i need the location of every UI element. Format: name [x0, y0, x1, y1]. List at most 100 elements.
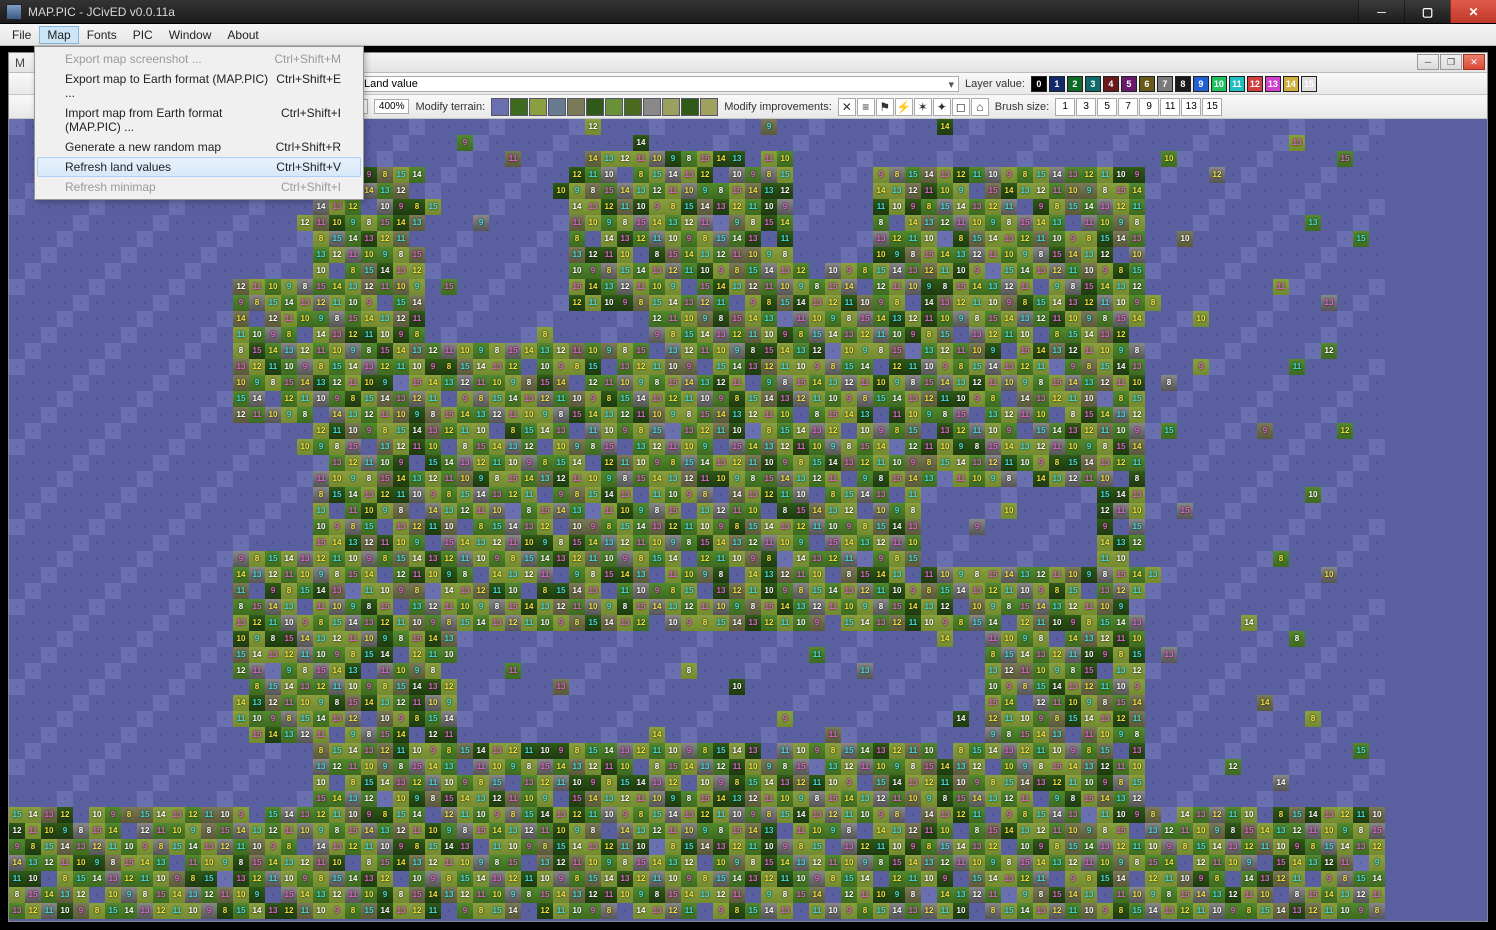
map-tile[interactable]: 8	[697, 231, 713, 247]
map-tile[interactable]: 10	[409, 359, 425, 375]
map-tile[interactable]	[1337, 311, 1353, 327]
map-tile[interactable]: 14	[233, 695, 249, 711]
map-tile[interactable]	[57, 343, 73, 359]
map-tile[interactable]	[1209, 695, 1225, 711]
map-tile[interactable]	[537, 151, 553, 167]
map-tile[interactable]: 12	[985, 199, 1001, 215]
map-tile[interactable]	[809, 119, 825, 135]
map-tile[interactable]: 9	[633, 887, 649, 903]
map-tile[interactable]	[121, 727, 137, 743]
map-tile[interactable]: 10	[969, 343, 985, 359]
map-tile[interactable]: 14	[1033, 855, 1049, 871]
map-tile[interactable]: 8	[697, 487, 713, 503]
map-tile[interactable]	[1289, 327, 1305, 343]
map-tile[interactable]: 14	[633, 519, 649, 535]
map-tile[interactable]	[1145, 391, 1161, 407]
map-tile[interactable]: 15	[281, 375, 297, 391]
map-tile[interactable]: 9	[713, 391, 729, 407]
map-tile[interactable]: 12	[457, 375, 473, 391]
map-tile[interactable]	[1257, 247, 1273, 263]
map-tile[interactable]: 14	[937, 631, 953, 647]
map-tile[interactable]: 13	[1113, 279, 1129, 295]
map-tile[interactable]	[681, 631, 697, 647]
map-tile[interactable]	[105, 263, 121, 279]
map-tile[interactable]: 13	[905, 903, 921, 919]
map-tile[interactable]: 12	[1001, 279, 1017, 295]
map-tile[interactable]	[473, 327, 489, 343]
map-tile[interactable]: 14	[905, 599, 921, 615]
map-tile[interactable]	[25, 215, 41, 231]
map-tile[interactable]: 8	[633, 167, 649, 183]
map-tile[interactable]	[1193, 551, 1209, 567]
map-tile[interactable]	[1369, 743, 1385, 759]
map-tile[interactable]: 10	[473, 807, 489, 823]
map-tile[interactable]: 9	[969, 519, 985, 535]
map-tile[interactable]	[153, 343, 169, 359]
brush-size-15[interactable]: 15	[1202, 98, 1222, 116]
map-tile[interactable]	[1161, 167, 1177, 183]
map-tile[interactable]	[825, 711, 841, 727]
map-tile[interactable]: 14	[457, 407, 473, 423]
map-tile[interactable]	[1161, 439, 1177, 455]
map-tile[interactable]: 9	[1049, 791, 1065, 807]
map-tile[interactable]	[185, 247, 201, 263]
map-tile[interactable]	[1289, 119, 1305, 135]
map-tile[interactable]	[537, 167, 553, 183]
map-tile[interactable]: 9	[601, 215, 617, 231]
map-tile[interactable]: 13	[969, 839, 985, 855]
map-tile[interactable]: 11	[345, 631, 361, 647]
map-tile[interactable]: 11	[873, 455, 889, 471]
map-tile[interactable]	[297, 775, 313, 791]
map-tile[interactable]	[121, 391, 137, 407]
map-tile[interactable]	[1177, 759, 1193, 775]
map-tile[interactable]	[105, 759, 121, 775]
brush-size-13[interactable]: 13	[1181, 98, 1201, 116]
map-tile[interactable]: 12	[537, 519, 553, 535]
map-tile[interactable]	[73, 711, 89, 727]
map-tile[interactable]	[1209, 199, 1225, 215]
map-tile[interactable]	[25, 439, 41, 455]
map-tile[interactable]: 15	[233, 903, 249, 919]
map-tile[interactable]: 14	[345, 743, 361, 759]
map-tile[interactable]	[905, 151, 921, 167]
map-tile[interactable]	[1353, 679, 1369, 695]
map-tile[interactable]	[777, 823, 793, 839]
map-tile[interactable]: 10	[633, 839, 649, 855]
map-tile[interactable]: 9	[889, 503, 905, 519]
map-tile[interactable]: 9	[985, 727, 1001, 743]
map-tile[interactable]	[841, 151, 857, 167]
map-tile[interactable]: 11	[857, 887, 873, 903]
map-tile[interactable]: 14	[425, 375, 441, 391]
map-tile[interactable]	[1065, 535, 1081, 551]
map-tile[interactable]	[505, 327, 521, 343]
map-tile[interactable]: 9	[217, 855, 233, 871]
layer-value-swatch-6[interactable]: 6	[1139, 76, 1155, 92]
map-tile[interactable]: 15	[713, 743, 729, 759]
map-tile[interactable]: 15	[361, 519, 377, 535]
map-tile[interactable]	[633, 119, 649, 135]
map-tile[interactable]	[1017, 471, 1033, 487]
map-tile[interactable]	[25, 359, 41, 375]
map-tile[interactable]	[825, 119, 841, 135]
map-tile[interactable]	[169, 439, 185, 455]
map-tile[interactable]: 8	[713, 823, 729, 839]
map-tile[interactable]: 14	[601, 487, 617, 503]
map-tile[interactable]	[697, 647, 713, 663]
map-tile[interactable]	[953, 135, 969, 151]
map-tile[interactable]: 11	[1113, 503, 1129, 519]
map-tile[interactable]: 14	[905, 471, 921, 487]
map-tile[interactable]	[1305, 263, 1321, 279]
map-tile[interactable]	[73, 199, 89, 215]
map-tile[interactable]: 14	[409, 551, 425, 567]
map-tile[interactable]: 13	[537, 471, 553, 487]
map-tile[interactable]	[633, 311, 649, 327]
map-tile[interactable]: 11	[873, 583, 889, 599]
map-tile[interactable]: 11	[985, 631, 1001, 647]
map-tile[interactable]	[1321, 695, 1337, 711]
map-tile[interactable]	[1353, 439, 1369, 455]
map-tile[interactable]: 13	[345, 535, 361, 551]
map-tile[interactable]: 9	[425, 743, 441, 759]
map-tile[interactable]: 10	[361, 247, 377, 263]
map-tile[interactable]	[857, 151, 873, 167]
map-tile[interactable]: 10	[793, 871, 809, 887]
